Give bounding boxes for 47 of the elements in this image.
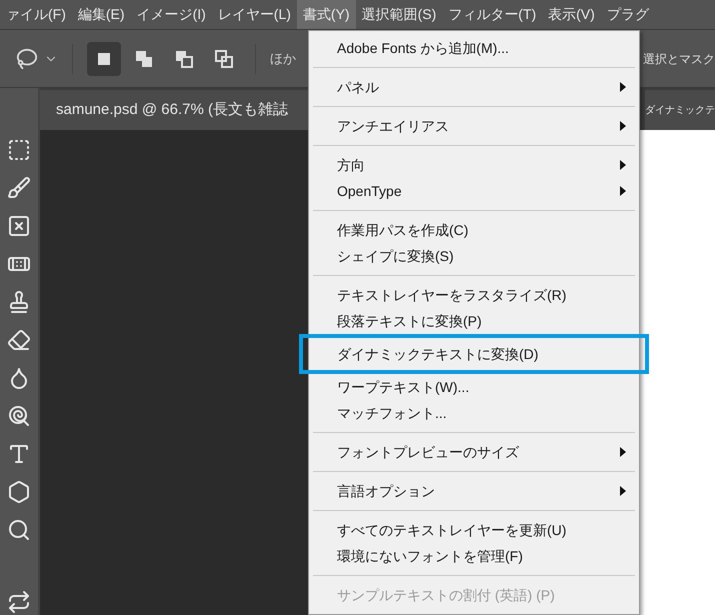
menu-item[interactable]: 作業用パスを作成(C) xyxy=(309,217,639,243)
menu-item[interactable]: フォントプレビューのサイズ xyxy=(309,439,639,465)
type-icon[interactable] xyxy=(7,442,31,466)
hexagon-icon[interactable] xyxy=(7,480,31,504)
menu-bar-item[interactable]: 選択範囲(S) xyxy=(356,0,442,29)
menu-item[interactable]: ダイナミックテキストに変換(D) xyxy=(299,334,649,374)
lasso-icon[interactable] xyxy=(16,48,38,70)
menu-bar-item[interactable]: フィルター(T) xyxy=(442,0,542,29)
submenu-arrow-icon xyxy=(619,186,627,196)
select-and-mask-button[interactable]: 選択とマスク xyxy=(643,50,715,68)
selection-mode-icon xyxy=(214,48,234,68)
submenu-arrow-icon xyxy=(619,82,627,92)
menu-item[interactable]: シェイプに変換(S) xyxy=(309,243,639,269)
menu-item[interactable]: OpenType xyxy=(309,178,639,204)
submenu-arrow-icon xyxy=(619,447,627,457)
selection-mode-icon xyxy=(134,48,154,68)
option-label: ほか xyxy=(270,50,296,68)
menu-bar-item[interactable]: ァイル(F) xyxy=(0,0,72,29)
dashed-square-icon[interactable] xyxy=(7,138,31,162)
eraser-icon[interactable] xyxy=(7,328,31,352)
menu-bar-item[interactable]: レイヤー(L) xyxy=(212,0,297,29)
menu-item[interactable]: ワープテキスト(W)... xyxy=(309,374,639,400)
submenu-arrow-icon xyxy=(619,486,627,496)
menu-bar-item[interactable]: イメージ(I) xyxy=(130,0,212,29)
lollipop-icon[interactable] xyxy=(7,404,31,428)
menu-item[interactable]: 段落テキストに変換(P) xyxy=(309,308,639,334)
selection-mode-button[interactable] xyxy=(87,42,121,76)
menu-item[interactable]: Adobe Fonts から追加(M)... xyxy=(309,35,639,61)
menu-item[interactable]: テキストレイヤーをラスタライズ(R) xyxy=(309,282,639,308)
crossed-square-icon[interactable] xyxy=(7,214,31,238)
brush-icon[interactable] xyxy=(7,176,31,200)
selection-mode-icon xyxy=(174,48,194,68)
menu-bar-item[interactable]: 編集(E) xyxy=(72,0,131,29)
menu-item[interactable]: 環境にないフォントを管理(F) xyxy=(309,543,639,569)
document-tab[interactable]: ダイナミックテ xyxy=(645,90,715,130)
menu-item[interactable]: マッチフォント... xyxy=(309,400,639,426)
submenu-arrow-icon xyxy=(619,160,627,170)
swap-arrows-icon[interactable] xyxy=(7,590,31,614)
submenu-arrow-icon xyxy=(619,121,627,131)
menu-bar-item[interactable]: 書式(Y) xyxy=(296,0,356,29)
menu-item[interactable]: 方向 xyxy=(309,152,639,178)
menu-bar-item[interactable]: 表示(V) xyxy=(542,0,601,29)
menu-item[interactable]: 言語オプション xyxy=(309,478,639,504)
menu-bar-item[interactable]: プラグ xyxy=(600,0,655,29)
menu-item[interactable]: すべてのテキストレイヤーを更新(U) xyxy=(309,517,639,543)
search-icon[interactable] xyxy=(7,518,31,542)
stamp-icon[interactable] xyxy=(7,290,31,314)
